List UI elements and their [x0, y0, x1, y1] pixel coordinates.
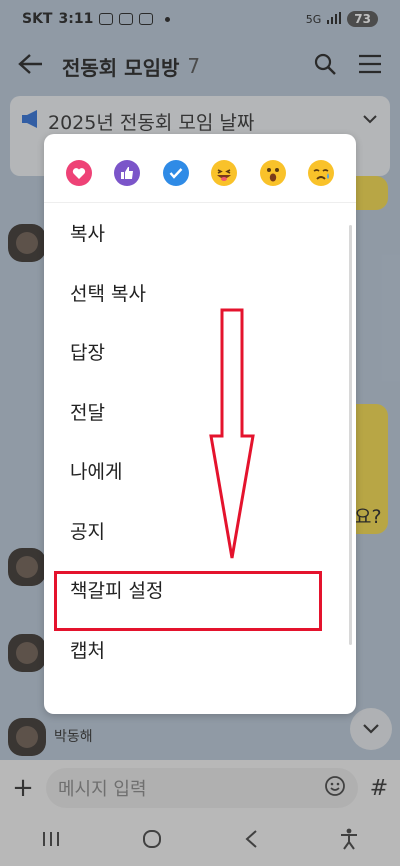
menu-item-to-me[interactable]: 나에게 [44, 441, 356, 501]
heart-reaction-icon[interactable] [66, 160, 92, 186]
menu-scrollbar[interactable] [349, 225, 352, 645]
down-arrow-annotation [209, 308, 255, 559]
highlight-box-annotation [54, 571, 322, 631]
menu-item-reply[interactable]: 답장 [44, 322, 356, 382]
menu-item-select-copy[interactable]: 선택 복사 [44, 263, 356, 323]
surprised-reaction-icon[interactable] [259, 160, 286, 186]
sad-tear-reaction-icon[interactable] [307, 160, 334, 186]
reaction-bar [44, 134, 356, 203]
thumbs-up-reaction-icon[interactable] [114, 160, 141, 186]
menu-item-copy[interactable]: 복사 [44, 203, 356, 263]
menu-item-notice[interactable]: 공지 [44, 501, 356, 561]
check-reaction-icon[interactable] [162, 160, 189, 186]
menu-item-forward[interactable]: 전달 [44, 382, 356, 442]
grinning-tongue-reaction-icon[interactable] [211, 160, 238, 186]
